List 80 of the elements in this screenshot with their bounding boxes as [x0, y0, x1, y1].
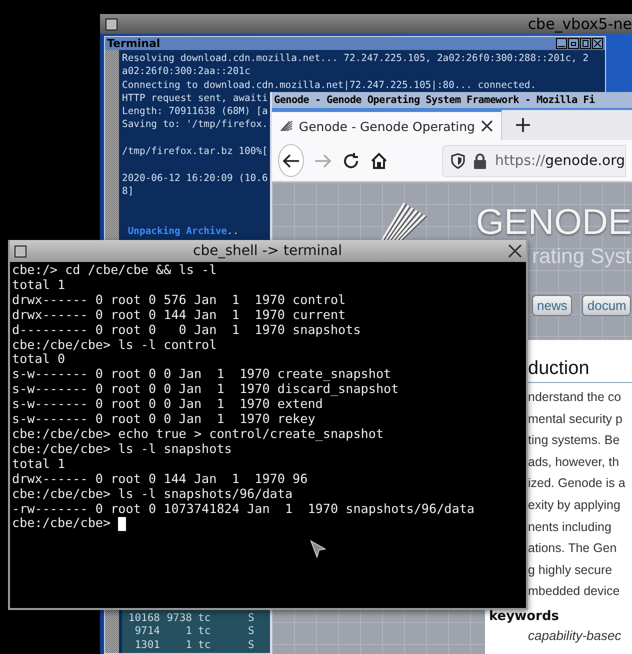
home-button[interactable]: [370, 152, 388, 170]
window-menu-icon: [14, 244, 27, 258]
terminal-line: s-w------- 0 root 0 0 Jan 1 1970 rekey: [12, 412, 316, 427]
reload-icon: [342, 152, 360, 170]
terminal-line: s-w------- 0 root 0 0 Jan 1 1970 create_snapshot: [12, 367, 392, 382]
process-cell-text: 1301: [134, 638, 160, 651]
terminal-line: Saving to: '/tmp/firefox.: [122, 118, 268, 132]
lock-icon: [472, 152, 487, 168]
close-button[interactable]: [508, 244, 522, 258]
shield-icon: [450, 152, 465, 168]
mouse-pointer-icon: [310, 540, 326, 558]
terminal-line: drwx------ 0 root 0 144 Jan 1 1970 96: [12, 472, 309, 487]
keywords-text: capability-basec: [528, 628, 622, 643]
terminal-line: Connecting to download.cdn.mozilla.net|72.247.225.105|:80... connected.: [122, 78, 536, 92]
home-icon: [370, 152, 388, 170]
terminal-line: HTTP request sent, awaiti: [122, 92, 268, 106]
url-text: https://genode.org: [494, 152, 625, 168]
reload-button[interactable]: [342, 152, 360, 170]
restore-icon: [570, 40, 577, 47]
process-cell-text: 9714: [134, 625, 160, 638]
close-icon: [508, 244, 522, 258]
terminal-line: total 1: [12, 278, 66, 293]
process-cell-text: S: [247, 638, 256, 651]
terminal-line: cbe:/cbe/cbe> ls -l snapshots/96/data: [12, 486, 294, 502]
nav-link[interactable]: news: [532, 295, 572, 316]
tab-title: Genode - Genode Operating: [298, 118, 475, 134]
terminal-line: Unpacking Archive..: [126, 224, 239, 238]
process-cell-text: tc: [197, 638, 212, 651]
keywords-label: keywords: [489, 608, 560, 624]
shell-prompt: cbe:/cbe/cbe>: [12, 516, 111, 532]
terminal-line: d--------- 0 root 0 0 Jan 1 1970 snapshots: [12, 322, 362, 338]
process-cell-text: 10168: [127, 612, 160, 624]
window-title: cbe_shell -> terminal: [192, 243, 343, 259]
terminal-line: -rw------- 0 root 0 1073741824 Jan 1 1970 snapshots/96/data: [12, 502, 476, 516]
terminal-line: cbe:/cbe/cbe> ls -l snapshots: [12, 442, 232, 457]
process-cell-text: S: [247, 625, 256, 638]
terminal-line: s-w------- 0 root 0 0 Jan 1 1970 extend: [12, 397, 324, 412]
terminal-line: Length: 70911638 (68M) [a: [122, 105, 268, 118]
close-button[interactable]: [592, 38, 603, 49]
window-menu-icon: [105, 18, 118, 30]
process-cell-text: S: [247, 612, 256, 624]
url-field[interactable]: https://genode.org: [442, 144, 626, 176]
back-button[interactable]: [278, 144, 304, 177]
forward-arrow-icon: [314, 152, 332, 168]
restore-button[interactable]: [568, 38, 579, 49]
terminal-line: cbe:/> cd /cbe/cbe && ls -l: [12, 263, 218, 278]
intro-paragraph: nderstand the co mental security p ting systems. Be ads, however, th ized. Genode is a exity by applying nents including ations. The Gen g highly secure mbedded device: [528, 389, 626, 600]
process-cell-text: tc: [197, 612, 212, 624]
terminal-line: drwx------ 0 root 0 576 Jan 1 1970 control: [12, 292, 347, 308]
close-icon: [594, 40, 601, 47]
terminal-line: Resolving download.cdn.mozilla.net... 72.247.225.105, 2a02:26f0:300:288::201c, 2: [122, 52, 589, 66]
site-logo-icon: [280, 119, 293, 133]
minimize-button[interactable]: [556, 38, 567, 49]
window-title: cbe_vbox5-ne: [528, 15, 632, 33]
terminal-line: total 0: [12, 352, 66, 368]
terminal-line: a02:26f0:300:2aa::201c: [122, 65, 250, 79]
terminal-line: s-w------- 0 root 0 0 Jan 1 1970 discard_snapshot: [12, 382, 400, 398]
terminal-line: total 1: [12, 456, 66, 472]
brand-subtitle: rating Syst: [532, 245, 632, 269]
maximize-button[interactable]: [580, 38, 591, 49]
nav-link[interactable]: docum: [582, 295, 632, 316]
back-arrow-icon: [282, 152, 300, 168]
process-cell-text: 1: [184, 625, 192, 638]
terminal-line: drwx------ 0 root 0 144 Jan 1 1970 current: [12, 308, 347, 323]
terminal-line: 8]: [122, 184, 134, 198]
process-cell-text: 1: [184, 638, 192, 651]
maximize-icon: [582, 40, 589, 47]
plus-icon: [515, 117, 531, 133]
close-icon: [481, 120, 493, 132]
browser-tab[interactable]: Genode - Genode Operating: [272, 110, 502, 140]
process-cell-text: 9738: [166, 612, 192, 624]
window-title: Terminal: [107, 37, 160, 50]
close-tab-button[interactable]: [481, 120, 493, 132]
process-cell-text: tc: [197, 625, 212, 638]
brand-title: GENODE: [476, 200, 632, 242]
terminal-line: cbe:/cbe/cbe> ls -l control: [12, 338, 218, 352]
terminal-line: 2020-06-12 16:20:09 (10.6: [122, 172, 268, 185]
terminal-line: /tmp/firefox.tar.bz 100%[: [122, 145, 268, 158]
terminal-line: cbe:/cbe/cbe> echo true > control/create_snapshot: [12, 426, 385, 442]
window-title: Genode - Genode Operating System Framework - Mozilla Fi: [274, 94, 595, 106]
